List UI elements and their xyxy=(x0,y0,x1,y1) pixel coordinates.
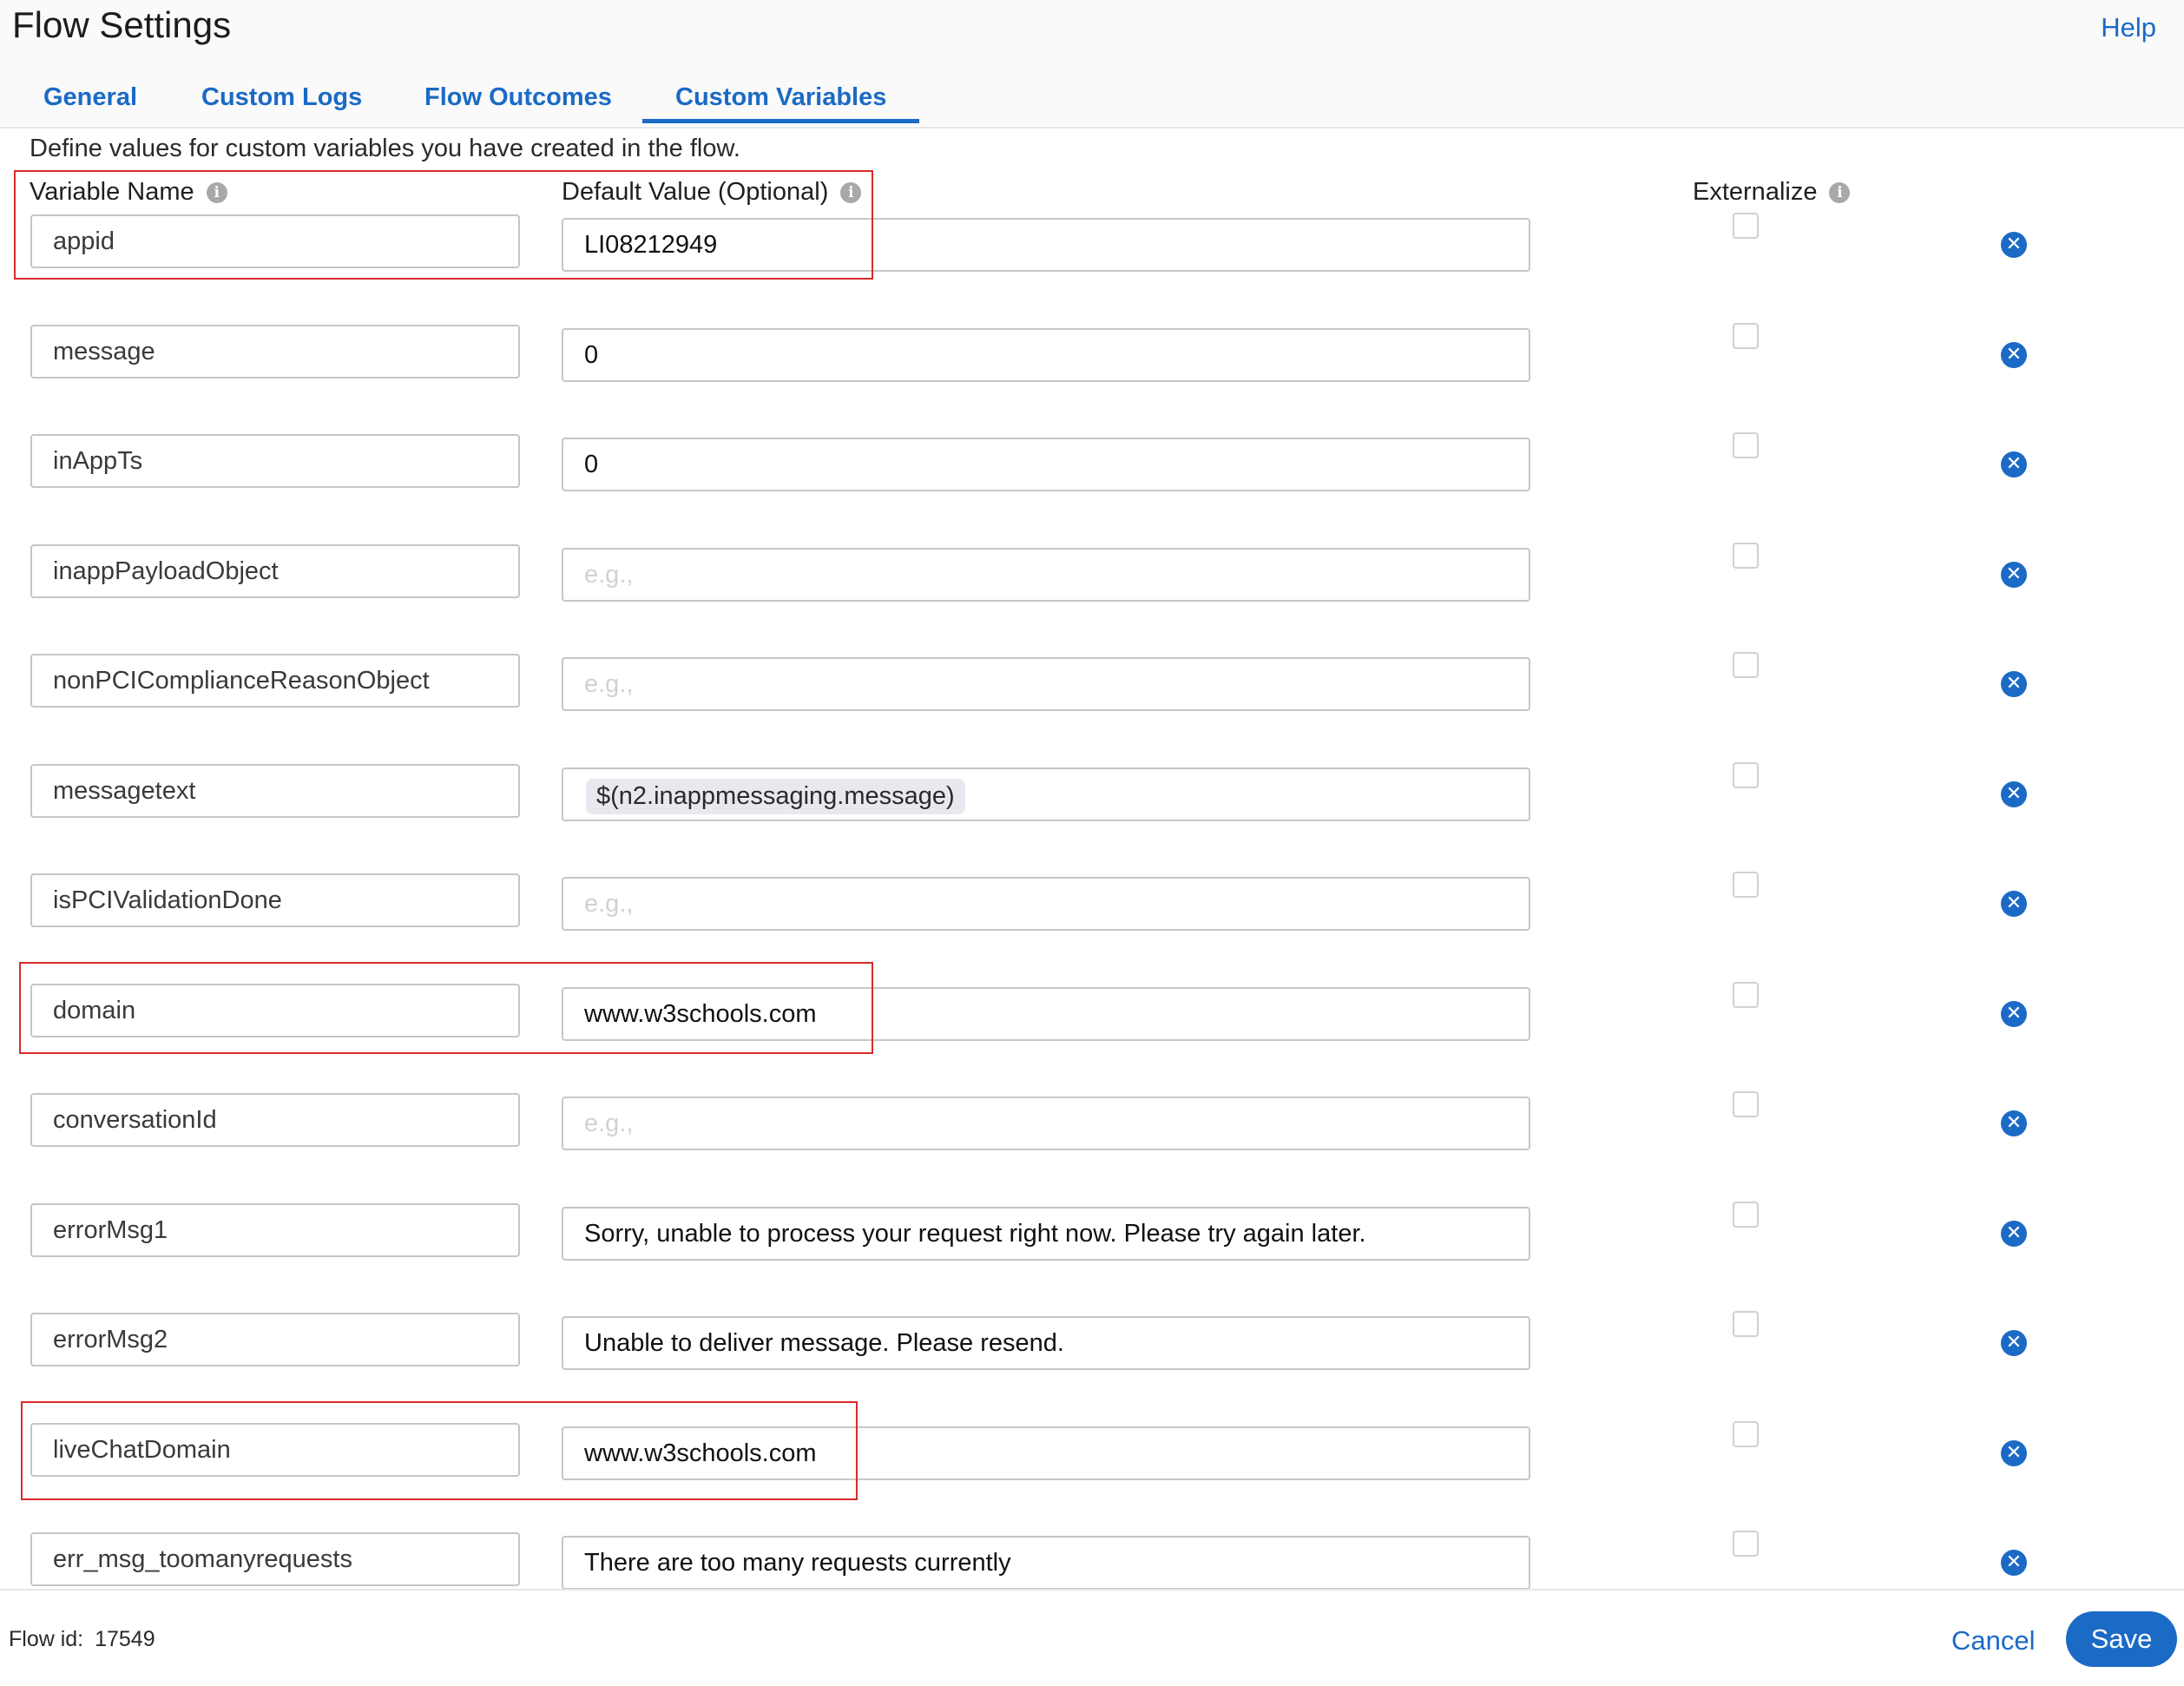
section-description: Define values for custom variables you h… xyxy=(30,135,740,162)
remove-variable-icon[interactable]: ✕ xyxy=(2001,1110,2027,1136)
variable-row: ✕ xyxy=(0,652,2184,715)
remove-variable-icon[interactable]: ✕ xyxy=(2001,891,2027,917)
variable-row: ✕ xyxy=(0,213,2184,275)
info-icon[interactable]: i xyxy=(840,181,862,203)
variable-name-input[interactable] xyxy=(30,764,520,818)
remove-variable-icon[interactable]: ✕ xyxy=(2001,1550,2027,1576)
externalize-checkbox[interactable] xyxy=(1733,323,1759,349)
externalize-checkbox[interactable] xyxy=(1733,762,1759,788)
remove-variable-icon[interactable]: ✕ xyxy=(2001,451,2027,477)
default-value-input[interactable] xyxy=(562,328,1530,382)
save-button[interactable]: Save xyxy=(2066,1611,2177,1667)
variable-name-input[interactable] xyxy=(30,434,520,488)
default-value-input[interactable] xyxy=(562,877,1530,931)
variable-name-input[interactable] xyxy=(30,325,520,379)
remove-variable-icon[interactable]: ✕ xyxy=(2001,781,2027,807)
variable-row: ✕ xyxy=(0,1091,2184,1154)
remove-variable-icon[interactable]: ✕ xyxy=(2001,1001,2027,1027)
info-icon[interactable]: i xyxy=(1829,181,1851,203)
column-header-default-value: Default Value (Optional) i xyxy=(562,178,862,207)
footer: Flow id: 17549 Cancel Save xyxy=(0,1589,2184,1686)
default-value-input[interactable] xyxy=(562,1426,1530,1480)
remove-variable-icon[interactable]: ✕ xyxy=(2001,232,2027,258)
variable-name-input[interactable] xyxy=(30,1203,520,1257)
externalize-checkbox[interactable] xyxy=(1733,1091,1759,1117)
variable-row: ✕ xyxy=(0,432,2184,495)
remove-variable-icon[interactable]: ✕ xyxy=(2001,1330,2027,1356)
variable-row: ✕ xyxy=(0,1421,2184,1484)
variable-name-input[interactable] xyxy=(30,1093,520,1147)
tab-custom-logs[interactable]: Custom Logs xyxy=(201,83,362,112)
page-title: Flow Settings xyxy=(12,4,232,45)
variable-row: ✕ xyxy=(0,1311,2184,1373)
column-label: Variable Name xyxy=(30,178,194,206)
remove-variable-icon[interactable]: ✕ xyxy=(2001,562,2027,588)
default-value-input[interactable] xyxy=(562,218,1530,272)
column-header-externalize: Externalize i xyxy=(1693,178,1851,207)
remove-variable-icon[interactable]: ✕ xyxy=(2001,671,2027,697)
default-value-input[interactable]: $(n2.inappmessaging.message) xyxy=(562,767,1530,821)
flow-id: Flow id: 17549 xyxy=(9,1627,155,1652)
help-link[interactable]: Help xyxy=(2101,12,2156,43)
variable-name-input[interactable] xyxy=(30,654,520,708)
variable-row: ✕ xyxy=(0,543,2184,605)
externalize-checkbox[interactable] xyxy=(1733,652,1759,678)
externalize-checkbox[interactable] xyxy=(1733,982,1759,1008)
default-value-input[interactable] xyxy=(562,1207,1530,1261)
externalize-checkbox[interactable] xyxy=(1733,1531,1759,1557)
info-icon[interactable]: i xyxy=(206,181,227,203)
variable-name-input[interactable] xyxy=(30,873,520,927)
externalize-checkbox[interactable] xyxy=(1733,1421,1759,1447)
variable-name-input[interactable] xyxy=(30,1532,520,1586)
default-value-input[interactable] xyxy=(562,657,1530,711)
externalize-checkbox[interactable] xyxy=(1733,1202,1759,1228)
variable-row: ✕ xyxy=(0,323,2184,385)
tab-flow-outcomes[interactable]: Flow Outcomes xyxy=(424,83,612,112)
variable-row: $(n2.inappmessaging.message) ✕ xyxy=(0,762,2184,825)
cancel-button[interactable]: Cancel xyxy=(1951,1625,2036,1656)
remove-variable-icon[interactable]: ✕ xyxy=(2001,1221,2027,1247)
tab-custom-variables[interactable]: Custom Variables xyxy=(642,83,920,123)
flow-id-value: 17549 xyxy=(95,1627,155,1651)
default-value-input[interactable] xyxy=(562,438,1530,491)
flow-id-label: Flow id: xyxy=(9,1627,84,1651)
variable-name-input[interactable] xyxy=(30,544,520,598)
externalize-checkbox[interactable] xyxy=(1733,872,1759,898)
externalize-checkbox[interactable] xyxy=(1733,213,1759,239)
externalize-checkbox[interactable] xyxy=(1733,543,1759,569)
tab-bar: General Custom Logs Flow Outcomes Custom… xyxy=(0,69,2184,128)
tab-general[interactable]: General xyxy=(43,83,137,112)
variable-name-input[interactable] xyxy=(30,1423,520,1477)
externalize-checkbox[interactable] xyxy=(1733,432,1759,458)
variable-row: ✕ xyxy=(0,982,2184,1044)
column-label: Externalize xyxy=(1693,178,1818,206)
default-value-input[interactable] xyxy=(562,1316,1530,1370)
variable-token[interactable]: $(n2.inappmessaging.message) xyxy=(586,779,965,814)
default-value-input[interactable] xyxy=(562,1536,1530,1590)
column-header-variable-name: Variable Name i xyxy=(30,178,227,207)
variable-row: ✕ xyxy=(0,1531,2184,1593)
variable-name-input[interactable] xyxy=(30,1313,520,1367)
default-value-input[interactable] xyxy=(562,1097,1530,1150)
variable-name-input[interactable] xyxy=(30,984,520,1037)
column-label: Default Value (Optional) xyxy=(562,178,829,206)
externalize-checkbox[interactable] xyxy=(1733,1311,1759,1337)
variable-row: ✕ xyxy=(0,872,2184,934)
variable-name-input[interactable] xyxy=(30,214,520,268)
default-value-input[interactable] xyxy=(562,987,1530,1041)
remove-variable-icon[interactable]: ✕ xyxy=(2001,342,2027,368)
remove-variable-icon[interactable]: ✕ xyxy=(2001,1440,2027,1466)
default-value-input[interactable] xyxy=(562,548,1530,602)
variable-row: ✕ xyxy=(0,1202,2184,1264)
